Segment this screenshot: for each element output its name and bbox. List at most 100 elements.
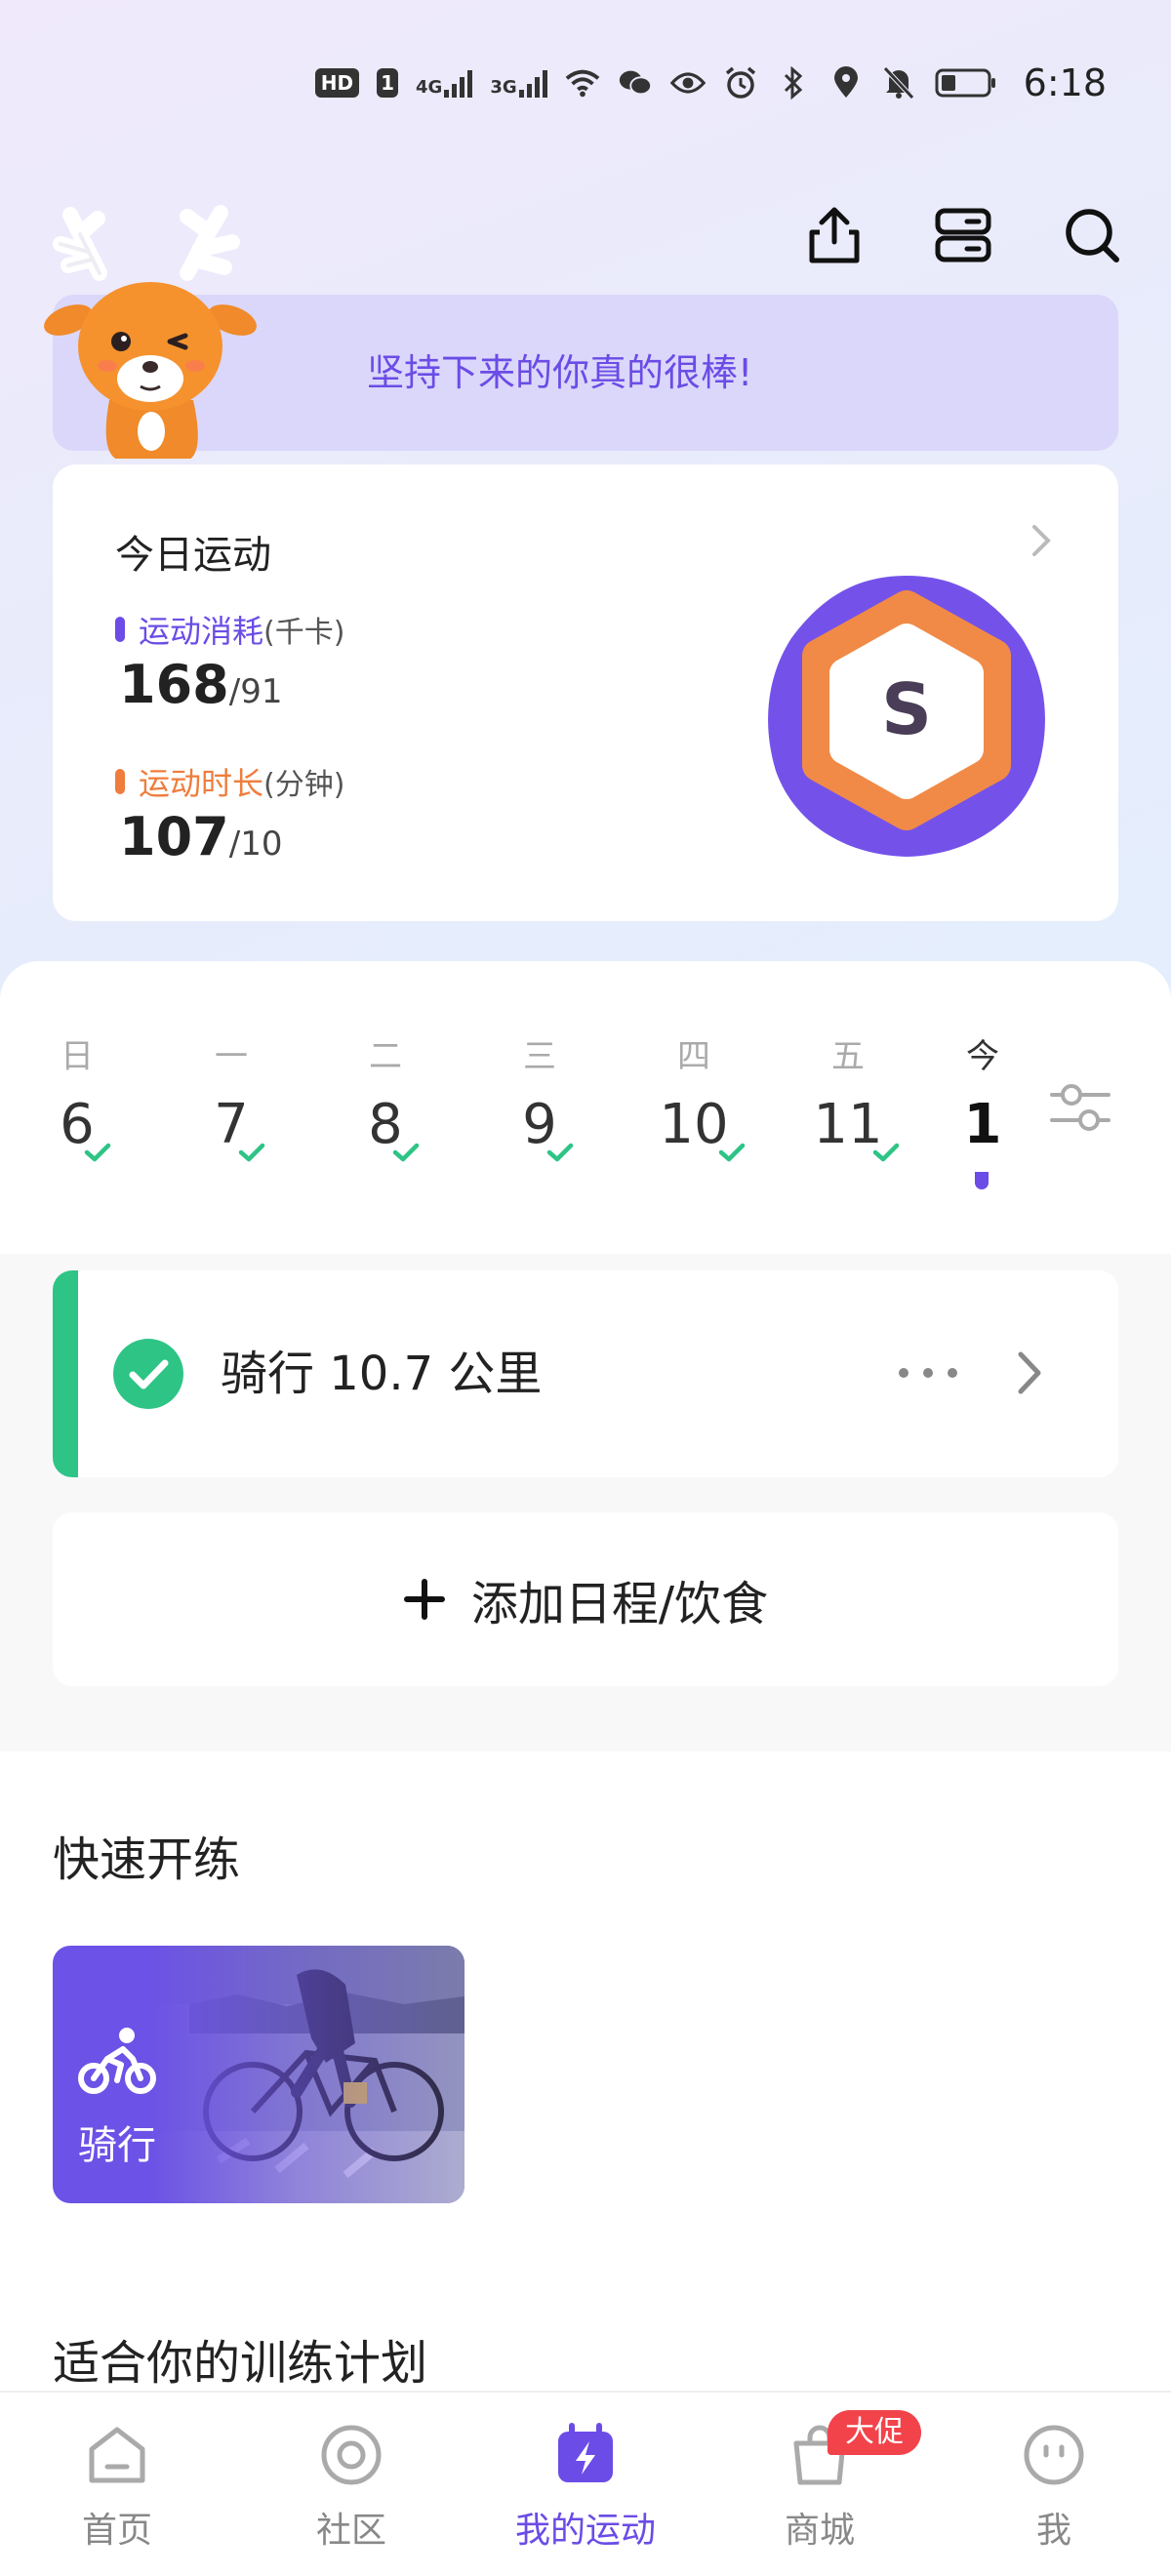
tab-home-label: 首页: [81, 2511, 152, 2551]
duration-value: 107/10: [119, 806, 282, 867]
home-icon: [89, 2427, 145, 2483]
duration-dot: [115, 769, 125, 794]
location-icon: [828, 65, 864, 101]
signal-bars-icon: [444, 68, 473, 98]
tab-me-label: 我: [1035, 2511, 1071, 2551]
tab-me[interactable]: 我: [937, 2393, 1171, 2576]
chevron-right-icon[interactable]: [1005, 1348, 1054, 1397]
hd-badge: HD: [314, 68, 360, 98]
bottom-tab-bar: 首页 社区 我的运动 商城 我: [0, 2391, 1171, 2576]
calendar-day[interactable]: 一7: [178, 1029, 285, 1162]
today-exercise-card[interactable]: 今日运动 运动消耗 (千卡) 168/91 运动时长 (分钟) 107/10 S: [53, 464, 1118, 921]
badge-letter: S: [881, 668, 932, 750]
activity-status-stripe: [53, 1270, 78, 1477]
calories-number: 168: [119, 654, 229, 715]
tab-community[interactable]: 社区: [234, 2393, 468, 2576]
share-icon: [809, 207, 860, 263]
deer-mascot-icon: [44, 205, 257, 459]
quick-start-cycling-label: 骑行: [78, 2123, 156, 2168]
calendar-day[interactable]: 四 10: [640, 1029, 747, 1162]
tab-my-sports-label: 我的运动: [514, 2511, 656, 2551]
clock-time: 6:18: [1023, 61, 1107, 104]
calendar-day[interactable]: 五 11: [794, 1029, 902, 1162]
day-number: 6: [60, 1094, 111, 1162]
signal-bars-icon: [518, 68, 547, 98]
today-card-title: 今日运动: [115, 533, 271, 578]
search-button[interactable]: [1062, 205, 1122, 265]
training-plan-title: 适合你的训练计划: [53, 2336, 428, 2391]
day-number: 10: [659, 1094, 745, 1162]
calories-goal: /91: [228, 672, 283, 711]
tab-shop-label: 商城: [784, 2511, 855, 2551]
header-actions: [804, 205, 1122, 265]
wifi-icon: [565, 65, 600, 101]
network-type-label: 3G: [490, 77, 517, 98]
day-number: 1: [964, 1094, 1002, 1156]
plus-icon: [403, 1579, 445, 1620]
calories-value: 168/91: [119, 654, 282, 715]
day-number: 9: [522, 1094, 574, 1162]
duration-label: 运动时长 (分钟): [115, 759, 344, 804]
chevron-right-icon[interactable]: [1021, 521, 1060, 560]
today-indicator-dot: [975, 1172, 989, 1189]
activity-entry[interactable]: 骑行 10.7 公里: [53, 1270, 1118, 1477]
filter-sliders-icon[interactable]: [1046, 1073, 1114, 1142]
day-number: 7: [214, 1094, 265, 1162]
status-bar: HD 1 4G 3G 6:18: [0, 0, 1171, 166]
day-completed-check-icon: [84, 1143, 111, 1162]
more-dots-icon[interactable]: [894, 1358, 962, 1388]
add-schedule-label: 添加日程/饮食: [470, 1577, 769, 1631]
day-of-week-label: 一: [215, 1037, 248, 1076]
app-screen: HD 1 4G 3G 6:18 坚持下来的你真的很棒! 今日运动 运动消耗 (千…: [0, 0, 1171, 2576]
mute-bell-icon: [881, 65, 916, 101]
profile-face-icon: [1024, 2425, 1084, 2485]
cycling-icon: [78, 2028, 156, 2094]
promo-badge: 大促: [828, 2410, 921, 2455]
day-of-week-label: 四: [677, 1037, 710, 1076]
sim-slot-badge: 1: [377, 68, 399, 98]
share-button[interactable]: [804, 205, 865, 265]
duration-label-text: 运动时长: [139, 765, 264, 802]
duration-unit: (分钟): [263, 768, 345, 802]
day-of-week-label: 二: [369, 1037, 402, 1076]
calories-dot: [115, 617, 125, 642]
completed-check-icon: [113, 1339, 183, 1409]
duration-goal: /10: [228, 825, 283, 864]
signal-3g: 3G: [490, 68, 547, 98]
eye-icon: [669, 65, 706, 101]
signal-4g: 4G: [416, 68, 473, 98]
level-s-badge-icon: S: [768, 576, 1045, 857]
layout-cards-icon: [935, 208, 991, 262]
calendar-day[interactable]: 二8: [332, 1029, 439, 1162]
day-number: 8: [368, 1094, 420, 1162]
tab-home[interactable]: 首页: [0, 2393, 234, 2576]
tab-my-sports[interactable]: 我的运动: [468, 2393, 703, 2576]
day-completed-check-icon: [718, 1143, 745, 1162]
activity-text: 骑行 10.7 公里: [221, 1347, 543, 1401]
layout-toggle-button[interactable]: [933, 205, 993, 265]
day-completed-check-icon: [392, 1143, 420, 1162]
quick-start-title: 快速开练: [53, 1832, 241, 1887]
calendar-day[interactable]: 日6: [23, 1029, 131, 1162]
day-number: 11: [813, 1094, 899, 1162]
quick-start-cycling-card[interactable]: 骑行: [53, 1946, 464, 2203]
search-icon: [1066, 209, 1119, 262]
calories-label-text: 运动消耗: [139, 613, 264, 650]
day-completed-check-icon: [546, 1143, 574, 1162]
calories-unit: (千卡): [263, 616, 345, 650]
cyclist-photo: [150, 1946, 464, 2203]
banner-text: 坚持下来的你真的很棒!: [367, 351, 753, 394]
calendar-day-today[interactable]: 今1: [929, 1029, 1036, 1189]
community-icon: [321, 2425, 382, 2485]
calendar-day[interactable]: 三9: [486, 1029, 593, 1162]
add-schedule-button[interactable]: 添加日程/饮食: [53, 1512, 1118, 1686]
bluetooth-icon: [776, 65, 811, 101]
day-of-week-label: 三: [523, 1037, 556, 1076]
day-completed-check-icon: [872, 1143, 899, 1162]
wechat-icon: [618, 65, 653, 101]
day-of-week-label: 日: [61, 1037, 94, 1076]
day-of-week-label: 今: [966, 1037, 999, 1076]
calories-label: 运动消耗 (千卡): [115, 607, 344, 652]
tab-community-label: 社区: [315, 2511, 386, 2551]
battery-icon: [934, 65, 998, 101]
